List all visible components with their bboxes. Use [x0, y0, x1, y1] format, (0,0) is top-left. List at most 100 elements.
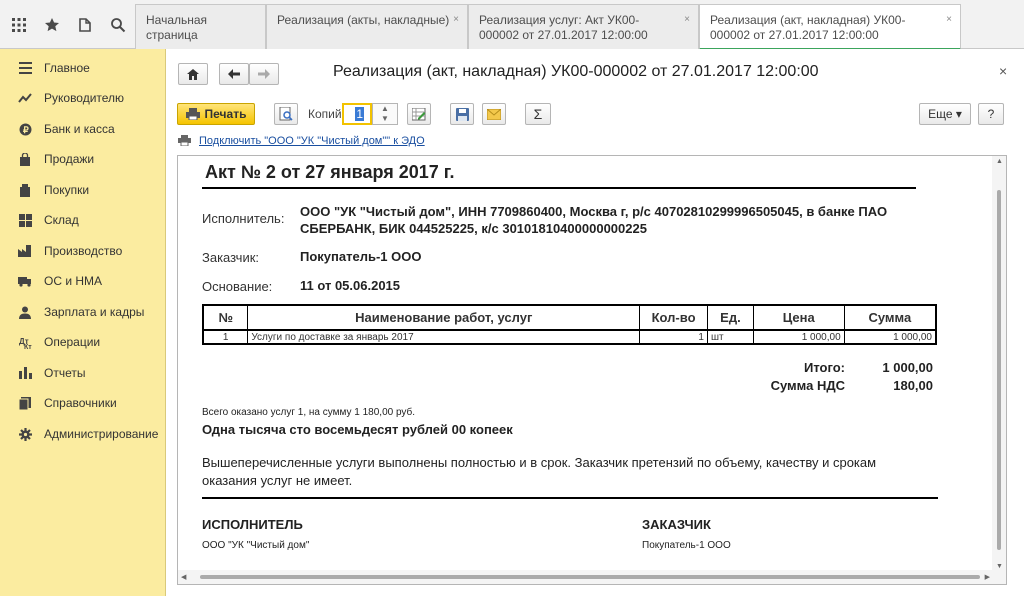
main-content: Реализация (акт, накладная) УК00-000002 …	[167, 49, 1024, 596]
sidebar-item-label: Операции	[44, 335, 101, 349]
envelope-icon	[487, 108, 501, 120]
sidebar-item-label: Главное	[44, 61, 90, 75]
save-button[interactable]	[450, 103, 474, 125]
table-cell: 1	[639, 329, 708, 345]
column-header: Наименование работ, услуг	[247, 304, 641, 331]
close-icon[interactable]: ×	[453, 12, 459, 27]
copies-stepper[interactable]: ▲ ▼	[372, 103, 398, 125]
close-icon[interactable]: ×	[999, 63, 1007, 79]
truck-icon	[18, 274, 32, 288]
svg-text:Кт: Кт	[24, 344, 32, 349]
table-cell: 1 000,00	[843, 329, 937, 345]
page-title: Реализация (акт, накладная) УК00-000002 …	[333, 63, 819, 80]
sidebar-item-warehouse[interactable]: Склад	[0, 209, 166, 231]
print-label: Печать	[204, 107, 247, 121]
tab-label: Реализация услуг: Акт УК00-000002 от 27.…	[479, 13, 648, 42]
bar-chart-icon	[18, 366, 32, 380]
scroll-right-icon[interactable]: ▶	[985, 573, 990, 581]
sidebar-item-label: ОС и НМА	[44, 274, 103, 288]
edit-table-button[interactable]	[407, 103, 431, 125]
sidebar-item-production[interactable]: Производство	[0, 240, 166, 262]
sidebar-item-label: Производство	[44, 244, 123, 258]
home-button[interactable]	[178, 63, 208, 85]
send-email-button[interactable]	[482, 103, 506, 125]
forward-button[interactable]	[249, 63, 279, 85]
sidebar-item-purchases[interactable]: Покупки	[0, 179, 166, 201]
warehouse-icon	[18, 213, 32, 227]
sidebar-item-director[interactable]: Руководителю	[0, 87, 166, 109]
sidebar-item-sales[interactable]: Продажи	[0, 148, 166, 170]
vat-label: Сумма НДС	[770, 378, 845, 393]
back-button[interactable]	[219, 63, 249, 85]
customer-label: Заказчик:	[202, 250, 260, 265]
top-bar: Начальная страница Реализация (акты, нак…	[0, 0, 1024, 50]
tab-home[interactable]: Начальная страница	[135, 4, 266, 49]
sidebar-item-salary[interactable]: Зарплата и кадры	[0, 301, 166, 323]
sidebar-item-catalogs[interactable]: Справочники	[0, 392, 166, 414]
help-button[interactable]: ?	[978, 103, 1004, 125]
tab-label: Реализация (акты, накладные)	[277, 13, 450, 27]
factory-icon	[18, 244, 32, 258]
spin-down-icon[interactable]: ▼	[373, 114, 397, 124]
scroll-down-icon[interactable]: ▼	[996, 563, 1003, 570]
scroll-thumb[interactable]	[200, 575, 980, 579]
services-table: № Наименование работ, услуг Кол-во Ед. Ц…	[202, 304, 937, 345]
sidebar-item-label: Отчеты	[44, 366, 86, 380]
cart-icon	[18, 183, 32, 197]
sidebar-item-main[interactable]: Главное	[0, 57, 166, 79]
printer-small-icon	[178, 135, 191, 149]
customer-sign-name: Покупатель-1 ООО	[642, 540, 731, 551]
statement-line1: Вышеперечисленные услуги выполнены полно…	[202, 455, 877, 470]
tab-sales-list[interactable]: Реализация (акты, накладные) ×	[266, 4, 468, 49]
apps-grid-icon[interactable]	[2, 0, 35, 49]
column-header: Ед.	[706, 304, 754, 331]
table-cell: 1	[202, 329, 249, 345]
tab-act-print[interactable]: Реализация (акт, накладная) УК00-000002 …	[699, 4, 961, 50]
sidebar-item-label: Справочники	[44, 396, 117, 410]
table-row: 1 Услуги по доставке за январь 2017 1 шт…	[202, 329, 937, 345]
sidebar-item-label: Руководителю	[44, 91, 125, 105]
menu-icon	[18, 61, 32, 75]
summary-line: Всего оказано услуг 1, на сумму 1 180,00…	[202, 407, 416, 418]
history-icon[interactable]	[68, 0, 101, 49]
sum-button[interactable]: Σ	[525, 103, 551, 125]
tab-service-sale[interactable]: Реализация услуг: Акт УК00-000002 от 27.…	[468, 4, 699, 49]
total-label: Итого:	[804, 360, 845, 375]
close-icon[interactable]: ×	[946, 12, 952, 27]
sidebar-item-reports[interactable]: Отчеты	[0, 362, 166, 384]
vertical-scrollbar[interactable]: ▲ ▼	[992, 156, 1006, 572]
printer-icon	[185, 108, 200, 120]
sidebar-item-assets[interactable]: ОС и НМА	[0, 270, 166, 292]
act-title: Акт № 2 от 27 января 2017 г.	[205, 162, 455, 182]
arrow-right-icon	[258, 69, 270, 79]
sidebar-item-label: Склад	[44, 213, 79, 227]
favorites-star-icon[interactable]	[35, 0, 68, 49]
customer-sign-title: ЗАКАЗЧИК	[642, 517, 711, 532]
print-button[interactable]: Печать	[177, 103, 255, 125]
tab-label: Реализация (акт, накладная) УК00-000002 …	[710, 13, 906, 42]
total-value: 1 000,00	[882, 360, 933, 375]
search-icon[interactable]	[101, 0, 134, 49]
spin-up-icon[interactable]: ▲	[373, 104, 397, 114]
arrow-left-icon	[228, 69, 240, 79]
sidebar-item-bank[interactable]: ₽ Банк и касса	[0, 118, 166, 140]
sidebar-item-label: Продажи	[44, 152, 95, 166]
horizontal-scrollbar[interactable]: ◀ ▶	[178, 570, 1006, 584]
preview-icon	[279, 107, 293, 121]
tab-label: Начальная страница	[146, 13, 208, 42]
scroll-thumb[interactable]	[997, 190, 1001, 550]
sidebar-item-admin[interactable]: Администрирование	[0, 423, 166, 445]
preview-button[interactable]	[274, 103, 298, 125]
copies-input[interactable]: 1	[342, 103, 372, 125]
scroll-up-icon[interactable]: ▲	[996, 158, 1003, 165]
scroll-left-icon[interactable]: ◀	[181, 573, 186, 581]
edo-connect-link[interactable]: Подключить "ООО "УК "Чистый дом"" к ЭДО	[199, 135, 425, 147]
print-preview-sheet[interactable]: Акт № 2 от 27 января 2017 г. Исполнитель…	[177, 155, 1007, 585]
table-header-row: № Наименование работ, услуг Кол-во Ед. Ц…	[202, 304, 937, 331]
sidebar-item-operations[interactable]: Дт Кт Операции	[0, 331, 166, 353]
trend-icon	[18, 91, 32, 105]
column-header: №	[202, 304, 249, 331]
statement-line2: оказания услуг не имеет.	[202, 473, 353, 488]
close-icon[interactable]: ×	[684, 12, 690, 27]
more-button[interactable]: Еще ▾	[919, 103, 971, 125]
